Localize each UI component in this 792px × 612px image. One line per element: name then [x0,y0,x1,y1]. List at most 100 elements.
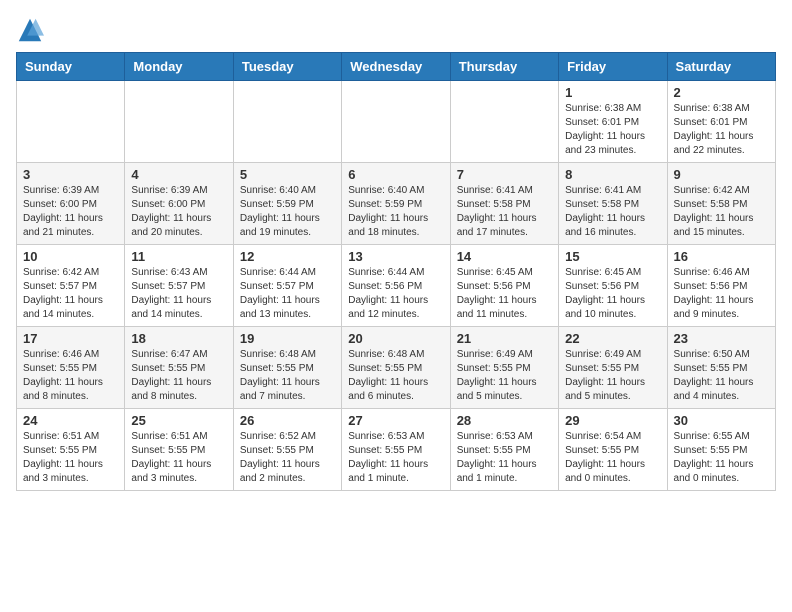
calendar-cell: 13 Sunrise: 6:44 AMSunset: 5:56 PMDayligh… [342,245,450,327]
calendar-cell: 2Sunrise: 6:38 AMSunset: 6:01 PMDaylight… [667,81,775,163]
calendar-cell: 25 Sunrise: 6:51 AMSunset: 5:55 PMDayligh… [125,409,233,491]
calendar-week-row: 3 Sunrise: 6:39 AMSunset: 6:00 PMDaylight… [17,163,776,245]
day-number: 3 [23,167,118,182]
day-info: Sunrise: 6:55 AMSunset: 5:55 PMDaylight:… [674,430,769,486]
day-number: 1 [565,85,660,100]
day-number: 15 [565,249,660,264]
day-number: 29 [565,413,660,428]
day-number: 8 [565,167,660,182]
calendar-cell: 1Sunrise: 6:38 AMSunset: 6:01 PMDaylight… [559,81,667,163]
day-number: 27 [348,413,443,428]
calendar-week-row: 1 Sunrise: 6:38 AMSunset: 6:01 PMDaylight… [17,81,776,163]
calendar-cell [233,81,341,163]
weekday-header-wednesday: Wednesday [342,53,450,81]
weekday-header-saturday: Saturday [667,53,775,81]
calendar-cell [342,81,450,163]
day-number: 11 [131,249,226,264]
weekday-header-monday: Monday [125,53,233,81]
calendar-table: SundayMondayTuesdayWednesdayThursdayFrid… [16,52,776,491]
calendar-cell: 10 Sunrise: 6:42 AMSunset: 5:57 PMDayligh… [17,245,125,327]
day-info: Sunrise: 6:53 AMSunset: 5:55 PMDaylight:… [457,430,552,486]
calendar-cell: 11 Sunrise: 6:43 AMSunset: 5:57 PMDayligh… [125,245,233,327]
day-info: Sunrise: 6:49 AMSunset: 5:55 PMDaylight:… [457,348,552,404]
day-info: Sunrise: 6:40 AMSunset: 5:59 PMDaylight:… [348,184,443,240]
day-number: 24 [23,413,118,428]
day-info: Sunrise: 6:52 AMSunset: 5:55 PMDaylight:… [240,430,335,486]
weekday-header-friday: Friday [559,53,667,81]
day-number: 6 [348,167,443,182]
calendar-cell [17,81,125,163]
day-info: Sunrise: 6:51 AMSunset: 5:55 PMDaylight:… [23,430,118,486]
day-number: 7 [457,167,552,182]
day-number: 20 [348,331,443,346]
calendar-week-row: 10 Sunrise: 6:42 AMSunset: 5:57 PMDayligh… [17,245,776,327]
day-info: Sunrise: 6:41 AMSunset: 5:58 PMDaylight:… [457,184,552,240]
calendar-week-row: 17 Sunrise: 6:46 AMSunset: 5:55 PMDayligh… [17,327,776,409]
logo [16,16,48,44]
day-info: Sunrise: 6:54 AMSunset: 5:55 PMDaylight:… [565,430,660,486]
day-info: Sunrise: 6:47 AMSunset: 5:55 PMDaylight:… [131,348,226,404]
day-number: 9 [674,167,769,182]
day-info: Sunrise: 6:39 AMSunset: 6:00 PMDaylight:… [131,184,226,240]
day-number: 25 [131,413,226,428]
weekday-header-row: SundayMondayTuesdayWednesdayThursdayFrid… [17,53,776,81]
calendar-cell: 4 Sunrise: 6:39 AMSunset: 6:00 PMDaylight… [125,163,233,245]
day-number: 28 [457,413,552,428]
calendar-cell: 7 Sunrise: 6:41 AMSunset: 5:58 PMDaylight… [450,163,558,245]
calendar-cell: 3 Sunrise: 6:39 AMSunset: 6:00 PMDaylight… [17,163,125,245]
logo-icon [16,16,44,44]
calendar-cell: 12 Sunrise: 6:44 AMSunset: 5:57 PMDayligh… [233,245,341,327]
day-number: 4 [131,167,226,182]
day-number: 26 [240,413,335,428]
calendar-cell: 24 Sunrise: 6:51 AMSunset: 5:55 PMDayligh… [17,409,125,491]
weekday-header-thursday: Thursday [450,53,558,81]
day-info: Sunrise: 6:48 AMSunset: 5:55 PMDaylight:… [348,348,443,404]
day-number: 21 [457,331,552,346]
day-number: 14 [457,249,552,264]
calendar-cell: 26 Sunrise: 6:52 AMSunset: 5:55 PMDayligh… [233,409,341,491]
day-info: Sunrise: 6:43 AMSunset: 5:57 PMDaylight:… [131,266,226,322]
calendar-cell: 21 Sunrise: 6:49 AMSunset: 5:55 PMDayligh… [450,327,558,409]
day-number: 18 [131,331,226,346]
calendar-cell: 19Sunrise: 6:48 AMSunset: 5:55 PMDayligh… [233,327,341,409]
day-number: 5 [240,167,335,182]
day-info: Sunrise: 6:42 AMSunset: 5:57 PMDaylight:… [23,266,118,322]
calendar-cell: 17 Sunrise: 6:46 AMSunset: 5:55 PMDayligh… [17,327,125,409]
day-number: 12 [240,249,335,264]
calendar-cell: 14 Sunrise: 6:45 AMSunset: 5:56 PMDayligh… [450,245,558,327]
day-number: 10 [23,249,118,264]
day-number: 19 [240,331,335,346]
day-number: 17 [23,331,118,346]
day-info: Sunrise: 6:51 AMSunset: 5:55 PMDaylight:… [131,430,226,486]
day-info: Sunrise: 6:46 AMSunset: 5:56 PMDaylight:… [674,266,769,322]
calendar-cell: 27 Sunrise: 6:53 AMSunset: 5:55 PMDayligh… [342,409,450,491]
day-info: Sunrise: 6:42 AMSunset: 5:58 PMDaylight:… [674,184,769,240]
day-info: Sunrise: 6:45 AMSunset: 5:56 PMDaylight:… [457,266,552,322]
calendar-cell: 28 Sunrise: 6:53 AMSunset: 5:55 PMDayligh… [450,409,558,491]
calendar-cell: 16 Sunrise: 6:46 AMSunset: 5:56 PMDayligh… [667,245,775,327]
day-info: Sunrise: 6:39 AMSunset: 6:00 PMDaylight:… [23,184,118,240]
day-number: 13 [348,249,443,264]
day-info: Sunrise: 6:46 AMSunset: 5:55 PMDaylight:… [23,348,118,404]
calendar-cell: 20 Sunrise: 6:48 AMSunset: 5:55 PMDayligh… [342,327,450,409]
day-info: Sunrise: 6:44 AMSunset: 5:57 PMDaylight:… [240,266,335,322]
calendar-cell [125,81,233,163]
calendar-cell: 15Sunrise: 6:45 AMSunset: 5:56 PMDayligh… [559,245,667,327]
day-info: Sunrise: 6:44 AMSunset: 5:56 PMDaylight:… [348,266,443,322]
day-info: Sunrise: 6:53 AMSunset: 5:55 PMDaylight:… [348,430,443,486]
calendar-cell: 8Sunrise: 6:41 AMSunset: 5:58 PMDaylight… [559,163,667,245]
weekday-header-tuesday: Tuesday [233,53,341,81]
day-number: 16 [674,249,769,264]
calendar-cell: 22Sunrise: 6:49 AMSunset: 5:55 PMDayligh… [559,327,667,409]
day-info: Sunrise: 6:40 AMSunset: 5:59 PMDaylight:… [240,184,335,240]
calendar-cell: 29 Sunrise: 6:54 AMSunset: 5:55 PMDayligh… [559,409,667,491]
calendar-cell: 5 Sunrise: 6:40 AMSunset: 5:59 PMDaylight… [233,163,341,245]
day-info: Sunrise: 6:50 AMSunset: 5:55 PMDaylight:… [674,348,769,404]
calendar-cell: 18 Sunrise: 6:47 AMSunset: 5:55 PMDayligh… [125,327,233,409]
page-header [16,16,776,44]
calendar-cell: 9 Sunrise: 6:42 AMSunset: 5:58 PMDaylight… [667,163,775,245]
calendar-cell: 23Sunrise: 6:50 AMSunset: 5:55 PMDayligh… [667,327,775,409]
calendar-cell: 30Sunrise: 6:55 AMSunset: 5:55 PMDayligh… [667,409,775,491]
calendar-cell [450,81,558,163]
day-info: Sunrise: 6:38 AMSunset: 6:01 PMDaylight:… [674,102,769,158]
